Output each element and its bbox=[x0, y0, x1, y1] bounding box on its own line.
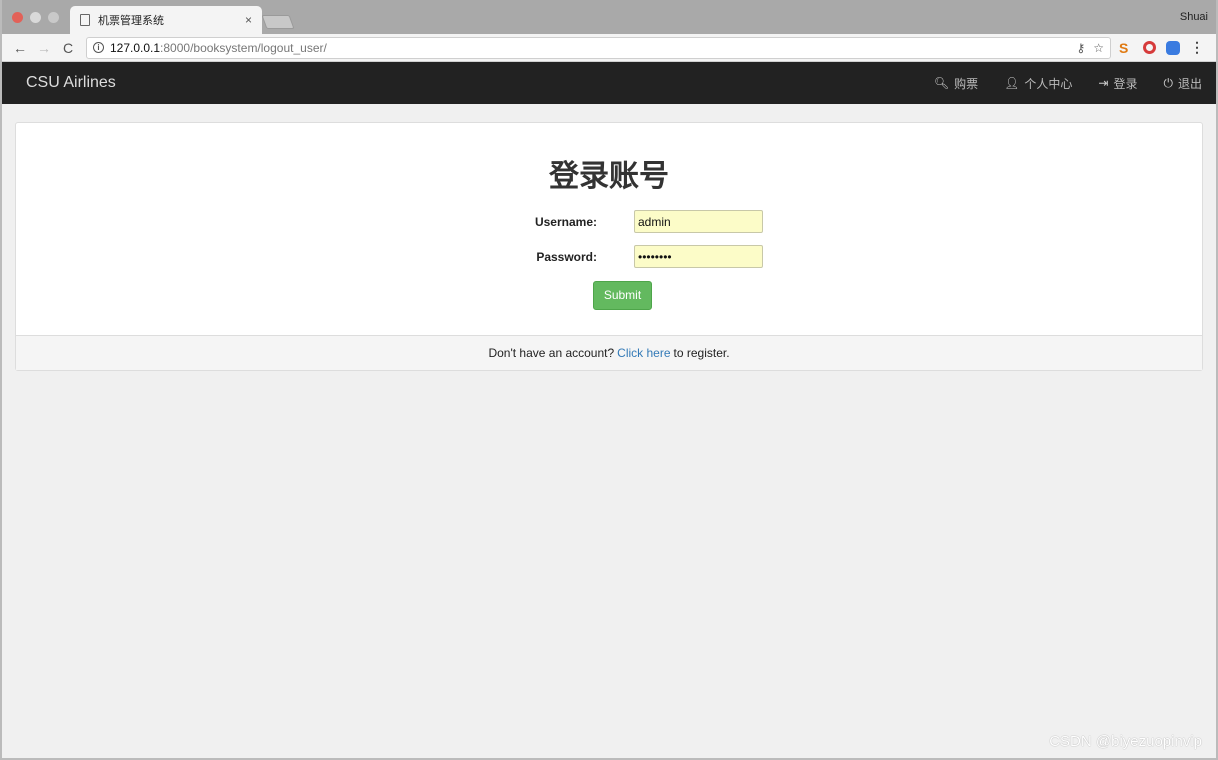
browser-tab[interactable]: 机票管理系统 × bbox=[70, 6, 262, 34]
address-bar[interactable]: i 127.0.0.1 :8000/booksystem/logout_user… bbox=[86, 36, 1111, 59]
window-controls bbox=[12, 12, 59, 23]
username-input[interactable] bbox=[634, 210, 763, 233]
username-label: Username: bbox=[534, 215, 597, 229]
close-window-button[interactable] bbox=[12, 12, 23, 23]
profile-name[interactable]: Shuai bbox=[1180, 11, 1208, 23]
nav-logout-label: 退出 bbox=[1177, 76, 1202, 91]
nav-buy-ticket[interactable]: 🔍︎ 购票 bbox=[934, 75, 978, 92]
reload-icon[interactable]: C bbox=[58, 40, 78, 56]
brand-link[interactable]: CSU Airlines bbox=[26, 74, 116, 92]
extension-s-icon[interactable]: S bbox=[1119, 41, 1133, 55]
back-icon[interactable]: ← bbox=[10, 40, 30, 56]
bookmark-star-icon[interactable]: ☆ bbox=[1093, 41, 1104, 55]
maximize-window-button[interactable] bbox=[48, 12, 59, 23]
submit-button[interactable]: Submit bbox=[593, 281, 652, 310]
new-tab-button[interactable] bbox=[261, 15, 295, 29]
url-path: :8000/booksystem/logout_user/ bbox=[160, 40, 327, 55]
extension-blue-icon[interactable] bbox=[1166, 40, 1180, 55]
browser-menu-icon[interactable]: ⋮ bbox=[1190, 39, 1204, 56]
tab-title: 机票管理系统 bbox=[98, 15, 164, 27]
info-icon[interactable]: i bbox=[93, 42, 104, 53]
register-footer: Don't have an account? Click here to reg… bbox=[16, 335, 1202, 370]
nav-logout[interactable]: ⏻ 退出 bbox=[1163, 75, 1202, 92]
extension-opera-icon[interactable] bbox=[1143, 41, 1156, 54]
username-row: Username: bbox=[16, 210, 1202, 234]
url-host: 127.0.0.1 bbox=[110, 40, 161, 55]
browser-toolbar: ← → C i 127.0.0.1 :8000/booksystem/logou… bbox=[2, 34, 1216, 62]
main-content: 登录账号 Username: Password: Submit Don't ha… bbox=[2, 104, 1216, 371]
user-icon: 👤︎ bbox=[1004, 76, 1020, 90]
search-icon: 🔍︎ bbox=[933, 76, 950, 90]
register-suffix: to register. bbox=[673, 346, 730, 360]
forward-icon[interactable]: → bbox=[34, 40, 54, 56]
register-prefix: Don't have an account? bbox=[488, 346, 615, 360]
nav-personal-center[interactable]: 👤︎ 个人中心 bbox=[1004, 75, 1072, 92]
password-row: Password: bbox=[16, 245, 1202, 269]
extension-icons: S ⋮ bbox=[1119, 39, 1204, 56]
tab-close-icon[interactable]: × bbox=[245, 13, 252, 27]
minimize-window-button[interactable] bbox=[30, 12, 41, 23]
key-icon[interactable]: ⚷ bbox=[1076, 41, 1085, 55]
nav-login[interactable]: ⇥ 登录 bbox=[1098, 75, 1137, 92]
app-navbar: CSU Airlines 🔍︎ 购票 👤︎ 个人中心 ⇥ 登录 ⏻ 退出 bbox=[2, 62, 1216, 104]
nav-login-label: 登录 bbox=[1113, 76, 1138, 91]
nav-personal-center-label: 个人中心 bbox=[1024, 76, 1073, 91]
page-icon bbox=[80, 14, 90, 26]
browser-titlebar: 机票管理系统 × Shuai bbox=[2, 0, 1216, 34]
password-label: Password: bbox=[536, 250, 597, 264]
power-icon: ⏻ bbox=[1163, 75, 1173, 90]
login-form: 登录账号 Username: Password: Submit bbox=[16, 123, 1202, 335]
password-input[interactable] bbox=[634, 245, 763, 268]
login-icon: ⇥ bbox=[1098, 76, 1109, 90]
nav-links: 🔍︎ 购票 👤︎ 个人中心 ⇥ 登录 ⏻ 退出 bbox=[934, 75, 1202, 92]
register-link[interactable]: Click here bbox=[617, 346, 670, 360]
nav-buy-ticket-label: 购票 bbox=[954, 76, 979, 91]
page-title: 登录账号 bbox=[549, 160, 669, 193]
watermark: CSDN @biyezuopinvip bbox=[1049, 733, 1202, 750]
browser-window: 机票管理系统 × Shuai ← → C i 127.0.0.1 :8000/b… bbox=[0, 0, 1218, 760]
login-panel: 登录账号 Username: Password: Submit Don't ha… bbox=[15, 122, 1203, 371]
